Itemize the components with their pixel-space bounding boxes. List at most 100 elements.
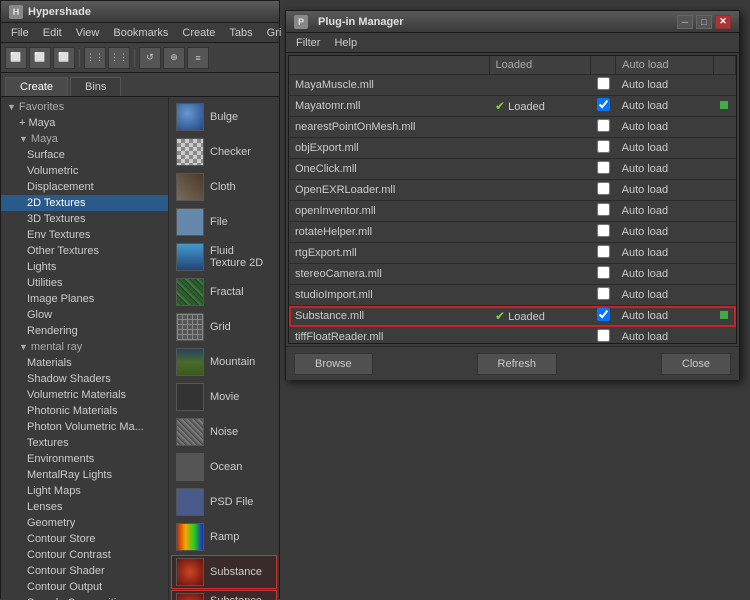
menu-gri[interactable]: Gri [261, 25, 288, 41]
texture-file[interactable]: File [171, 205, 277, 239]
browse-button[interactable]: Browse [294, 353, 373, 375]
plugin-loaded-check[interactable] [591, 75, 616, 96]
tree-environments[interactable]: Environments [1, 451, 168, 467]
texture-mountain[interactable]: Mountain [171, 345, 277, 379]
plugin-menu-filter[interactable]: Filter [290, 35, 326, 51]
tree-displacement[interactable]: Displacement [1, 179, 168, 195]
texture-checker[interactable]: Checker [171, 135, 277, 169]
plugin-loaded-check[interactable] [591, 159, 616, 180]
tree-contour-output[interactable]: Contour Output [1, 579, 168, 595]
tree-env-textures[interactable]: Env Textures [1, 227, 168, 243]
tree-textures[interactable]: Textures [1, 435, 168, 451]
plugin-loaded-check[interactable] [591, 243, 616, 264]
texture-substance-label: Substance [210, 566, 262, 578]
menu-bookmarks[interactable]: Bookmarks [107, 25, 174, 41]
tree-materials[interactable]: Materials [1, 355, 168, 371]
tree-surface[interactable]: Surface [1, 147, 168, 163]
plugin-menu-help[interactable]: Help [328, 35, 363, 51]
tree-mentalray-lights[interactable]: MentalRay Lights [1, 467, 168, 483]
tree-image-planes[interactable]: Image Planes [1, 291, 168, 307]
tree-contour-shader[interactable]: Contour Shader [1, 563, 168, 579]
plugin-name: rotateHelper.mll [289, 222, 489, 243]
close-button[interactable]: Close [661, 353, 731, 375]
tree-rendering[interactable]: Rendering [1, 323, 168, 339]
tree-geometry[interactable]: Geometry [1, 515, 168, 531]
thumb-ramp [176, 523, 204, 551]
texture-ocean[interactable]: Ocean [171, 450, 277, 484]
tab-create[interactable]: Create [5, 77, 68, 96]
hypershade-window: H Hypershade File Edit View Bookmarks Cr… [0, 0, 280, 599]
plugin-loaded-check[interactable] [591, 201, 616, 222]
tree-3d-textures[interactable]: 3D Textures [1, 211, 168, 227]
texture-bulge[interactable]: Bulge [171, 100, 277, 134]
plugin-loaded-check[interactable] [591, 138, 616, 159]
toolbar-btn-7[interactable]: ⊕ [163, 47, 185, 69]
tree-lenses[interactable]: Lenses [1, 499, 168, 515]
texture-movie[interactable]: Movie [171, 380, 277, 414]
tree-photon-volumetric[interactable]: Photon Volumetric Ma... [1, 419, 168, 435]
toolbar-btn-3[interactable]: ⬜ [53, 47, 75, 69]
tree-favorites[interactable]: ▼Favorites [1, 99, 168, 115]
plugin-loaded-check[interactable] [591, 117, 616, 138]
tree-2d-textures[interactable]: 2D Textures [1, 195, 168, 211]
texture-fractal[interactable]: Fractal [171, 275, 277, 309]
tree-sample-compositing[interactable]: Sample Compositing [1, 595, 168, 600]
tree-other-textures[interactable]: Other Textures [1, 243, 168, 259]
tree-volumetric-materials[interactable]: Volumetric Materials [1, 387, 168, 403]
menu-tabs[interactable]: Tabs [223, 25, 258, 41]
plugin-loaded-check[interactable] [591, 306, 616, 327]
menu-view[interactable]: View [70, 25, 106, 41]
menu-file[interactable]: File [5, 25, 35, 41]
tree-glow[interactable]: Glow [1, 307, 168, 323]
tree-utilities[interactable]: Utilities [1, 275, 168, 291]
tree-maya[interactable]: ▼Maya [1, 131, 168, 147]
plugin-table-container[interactable]: Loaded Auto load MayaMuscle.mll Auto loa… [288, 55, 737, 344]
texture-substance[interactable]: Substance [171, 555, 277, 589]
plugin-indicator [714, 264, 736, 285]
tab-bins[interactable]: Bins [70, 77, 121, 96]
maximize-btn[interactable]: □ [696, 15, 712, 29]
texture-ramp[interactable]: Ramp [171, 520, 277, 554]
plugin-row-substance: Substance.mll ✔ Loaded Auto load [289, 306, 736, 327]
plugin-loaded-check[interactable] [591, 264, 616, 285]
minimize-btn[interactable]: ─ [677, 15, 693, 29]
plugin-auto-load: Auto load [616, 327, 714, 345]
plugin-indicator [714, 285, 736, 306]
plugin-loaded-check[interactable] [591, 222, 616, 243]
toolbar-btn-2[interactable]: ⬜ [29, 47, 51, 69]
plugin-loaded-check[interactable] [591, 96, 616, 117]
toolbar-btn-1[interactable]: ⬜ [5, 47, 27, 69]
tree-plus-maya[interactable]: + Maya [1, 115, 168, 131]
toolbar-btn-4[interactable]: ⋮⋮ [84, 47, 106, 69]
refresh-button[interactable]: Refresh [477, 353, 558, 375]
tree-light-maps[interactable]: Light Maps [1, 483, 168, 499]
tree-shadow-shaders[interactable]: Shadow Shaders [1, 371, 168, 387]
texture-psd[interactable]: PSD File [171, 485, 277, 519]
texture-grid-label: Grid [210, 321, 231, 333]
plugin-name: stereoCamera.mll [289, 264, 489, 285]
tree-mental-ray[interactable]: ▼mental ray [1, 339, 168, 355]
plugin-loaded-check[interactable] [591, 327, 616, 345]
tree-lights[interactable]: Lights [1, 259, 168, 275]
tree-volumetric[interactable]: Volumetric [1, 163, 168, 179]
plugin-loaded-check[interactable] [591, 285, 616, 306]
close-btn[interactable]: ✕ [715, 15, 731, 29]
plugin-loaded-check[interactable] [591, 180, 616, 201]
texture-fluid[interactable]: Fluid Texture 2D [171, 240, 277, 274]
texture-grid[interactable]: Grid [171, 310, 277, 344]
tree-contour-store[interactable]: Contour Store [1, 531, 168, 547]
tree-contour-contrast[interactable]: Contour Contrast [1, 547, 168, 563]
toolbar-btn-8[interactable]: ≡ [187, 47, 209, 69]
toolbar-btn-5[interactable]: ⋮⋮ [108, 47, 130, 69]
texture-noise[interactable]: Noise [171, 415, 277, 449]
plugin-row-rtgexport: rtgExport.mll Auto load [289, 243, 736, 264]
menu-edit[interactable]: Edit [37, 25, 68, 41]
menu-create[interactable]: Create [176, 25, 221, 41]
toolbar-btn-6[interactable]: ↺ [139, 47, 161, 69]
tree-photonic-materials[interactable]: Photonic Materials [1, 403, 168, 419]
plugin-auto-load: Auto load [616, 180, 714, 201]
plugin-row-tiffloat: tiffFloatReader.mll Auto load [289, 327, 736, 345]
plugin-name: OpenEXRLoader.mll [289, 180, 489, 201]
plugin-name: nearestPointOnMesh.mll [289, 117, 489, 138]
texture-cloth[interactable]: Cloth [171, 170, 277, 204]
